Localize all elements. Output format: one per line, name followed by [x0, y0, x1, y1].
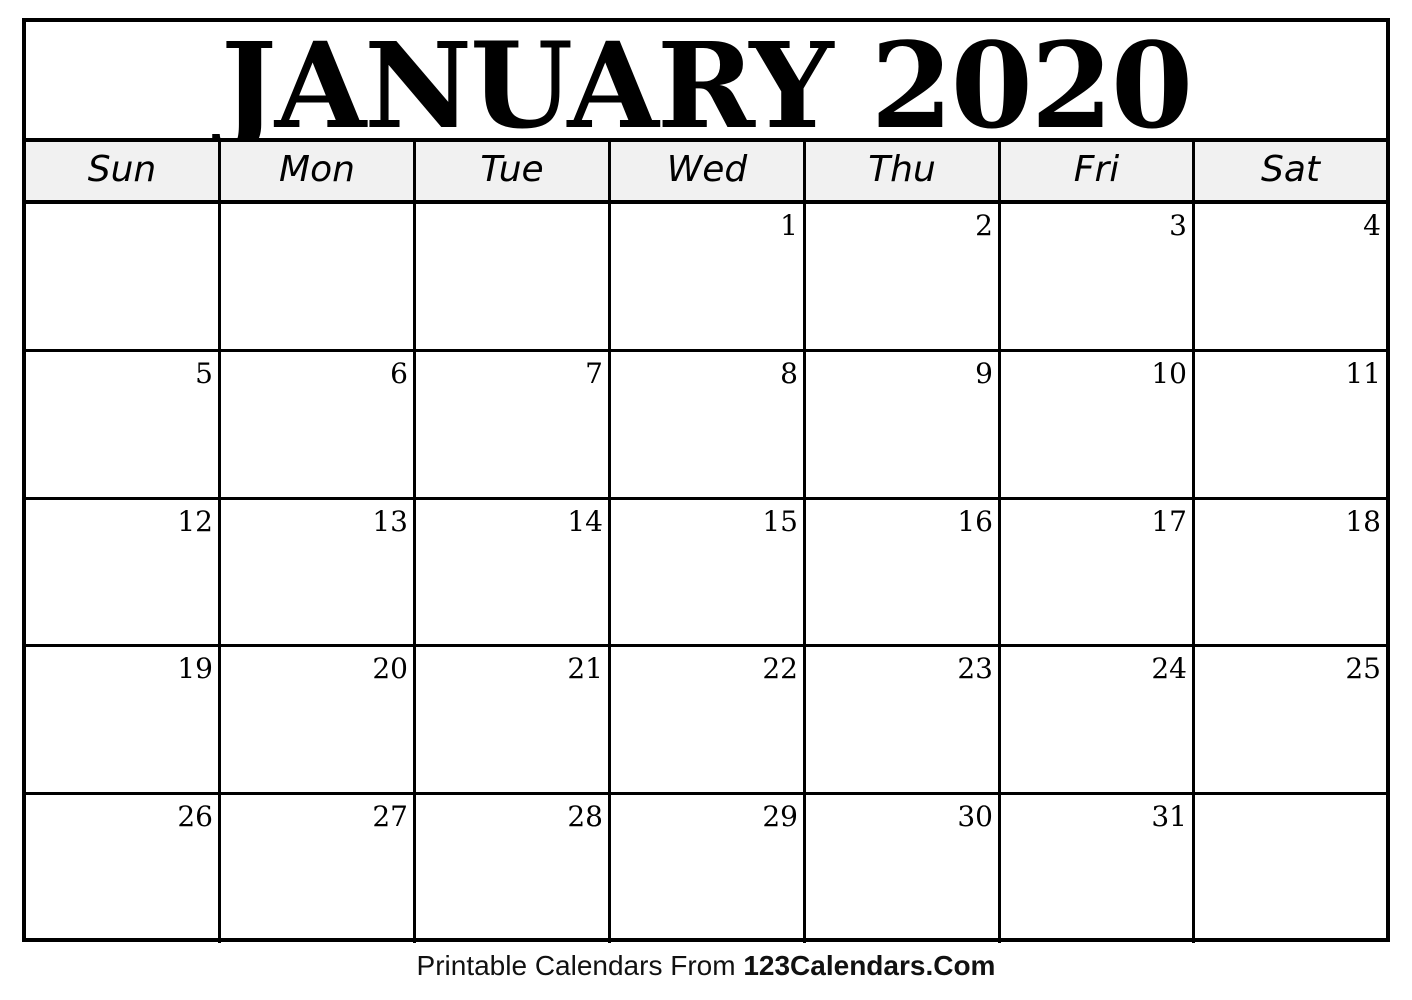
- footer-site-link[interactable]: 123Calendars.Com: [743, 950, 995, 981]
- week-row: 123 4: [26, 204, 1386, 352]
- day-cell: 15: [611, 499, 806, 645]
- day-grid: 1 2 3 4 5 6 7 8 9 10 11 12 13 14 15 16 17 18 19 20 21 22 23 24 2…: [26, 204, 1386, 943]
- day-cell: [1195, 795, 1386, 943]
- week-row: 26 27 28 29 30 31: [26, 795, 1386, 943]
- day-cell: 20: [221, 647, 416, 793]
- day-cell: 2: [806, 204, 1001, 349]
- week-row: 19 20 21 22 23 24 25: [26, 647, 1386, 796]
- day-cell: 12: [26, 499, 221, 645]
- weekday-thu: Thu: [806, 142, 1001, 200]
- day-cell: 8: [611, 351, 806, 497]
- day-cell: 11: [1345, 356, 1381, 390]
- day-cell: 4: [1363, 209, 1381, 242]
- week-row: 5 6 7 8 9 10 11: [26, 351, 1386, 500]
- weekday-wed: Wed: [611, 142, 806, 200]
- day-cell: 13: [221, 499, 416, 645]
- day-cell: 21: [416, 647, 611, 793]
- day-cell: 30: [806, 795, 1001, 943]
- weekday-tue: Tue: [416, 142, 611, 200]
- day-cell: 26: [26, 795, 221, 943]
- day-cell: 10: [1001, 351, 1195, 497]
- day-cell: [221, 204, 416, 349]
- day-cell: 31: [1001, 795, 1195, 943]
- day-cell: 1: [611, 204, 806, 349]
- day-cell: 5: [26, 351, 221, 497]
- weekday-sun: Sun: [26, 142, 221, 200]
- day-cell: 14: [416, 499, 611, 645]
- weekday-mon: Mon: [221, 142, 416, 200]
- day-cell: [26, 204, 221, 349]
- day-cell: 29: [611, 795, 806, 943]
- month-title: JANUARY 2020: [26, 22, 1386, 150]
- weekday-fri: Fri: [1001, 142, 1195, 200]
- day-cell: 27: [221, 795, 416, 943]
- day-cell: 25: [1345, 652, 1381, 686]
- calendar: JANUARY 2020 Sun Mon Tue Wed Thu Fri Sat 12345…: [22, 18, 1390, 943]
- day-cell: 16: [806, 499, 1001, 645]
- weekday-header: Sun Mon Tue Wed Thu Fri Sat: [26, 142, 1386, 204]
- day-cell: 9: [806, 351, 1001, 497]
- day-cell: [416, 204, 611, 349]
- day-cell: 17: [1001, 499, 1195, 645]
- day-cell: 22: [611, 647, 806, 793]
- weekday-sat: Sat: [1260, 149, 1321, 190]
- day-cell: 24: [1001, 647, 1195, 793]
- day-cell: 3: [1001, 204, 1195, 349]
- footer-credit: Printable Calendars From 123Calendars.Co…: [0, 946, 1412, 986]
- day-cell: 18: [1345, 504, 1381, 538]
- day-cell: 23: [806, 647, 1001, 793]
- day-cell: 7: [416, 351, 611, 497]
- week-row: 12 13 14 15 16 17 18: [26, 499, 1386, 648]
- day-cell: 28: [416, 795, 611, 943]
- footer-prefix: Printable Calendars From: [416, 950, 744, 981]
- day-cell: 19: [26, 647, 221, 793]
- day-cell: 6: [221, 351, 416, 497]
